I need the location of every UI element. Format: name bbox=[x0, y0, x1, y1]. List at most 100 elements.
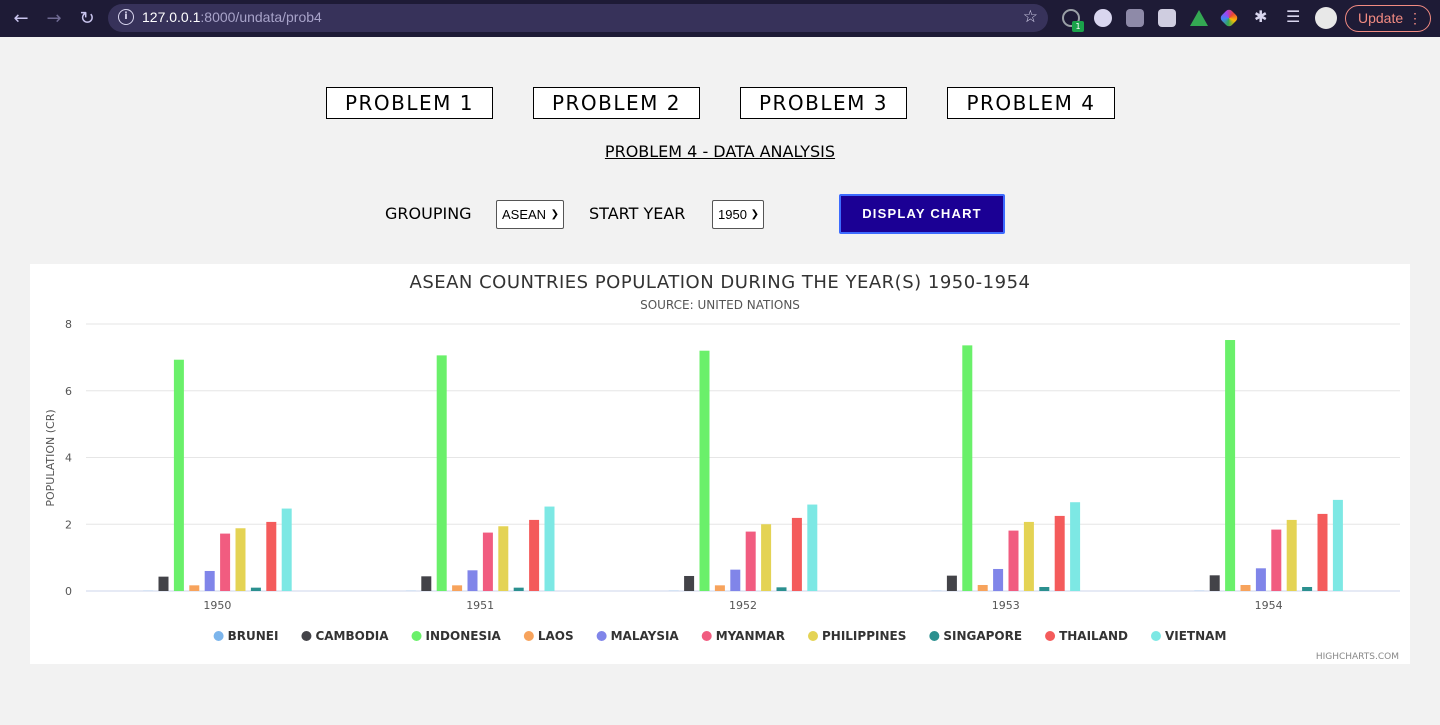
legend-label: PHILIPPINES bbox=[822, 629, 906, 643]
bar-vietnam-1953[interactable] bbox=[1070, 502, 1081, 591]
drive-icon[interactable] bbox=[1190, 10, 1208, 26]
bar-vietnam-1950[interactable] bbox=[281, 508, 292, 591]
extension-icon[interactable] bbox=[1094, 9, 1112, 27]
extension-icon[interactable] bbox=[1219, 8, 1239, 28]
bar-thailand-1953[interactable] bbox=[1054, 515, 1065, 591]
problem-4-button[interactable]: PROBLEM 4 bbox=[947, 87, 1115, 119]
legend-label: VIETNAM bbox=[1165, 629, 1226, 643]
problem-3-button[interactable]: PROBLEM 3 bbox=[740, 87, 907, 119]
chart-title: ASEAN COUNTRIES POPULATION DURING THE YE… bbox=[410, 272, 1031, 293]
profile-avatar[interactable] bbox=[1315, 7, 1337, 29]
y-tick-label: 4 bbox=[65, 452, 72, 465]
bar-vietnam-1954[interactable] bbox=[1332, 499, 1343, 591]
legend-label: CAMBODIA bbox=[315, 629, 389, 643]
bar-indonesia-1952[interactable] bbox=[699, 350, 710, 591]
extension-icon[interactable]: 1 bbox=[1062, 9, 1084, 32]
legend-item-cambodia[interactable]: CAMBODIA bbox=[301, 629, 389, 643]
legend-item-singapore[interactable]: SINGAPORE bbox=[929, 629, 1022, 643]
bar-singapore-1951[interactable] bbox=[513, 587, 524, 591]
y-axis-label: POPULATION (CR) bbox=[44, 409, 57, 506]
bar-cambodia-1953[interactable] bbox=[946, 575, 957, 591]
start-year-value: 1950 bbox=[718, 207, 747, 222]
back-arrow-icon[interactable]: ← bbox=[10, 8, 32, 30]
bar-laos-1951[interactable] bbox=[452, 585, 463, 591]
legend-marker-icon bbox=[213, 631, 224, 641]
legend-label: SINGAPORE bbox=[943, 629, 1022, 643]
bar-malaysia-1950[interactable] bbox=[204, 570, 215, 591]
bar-philippines-1952[interactable] bbox=[761, 524, 772, 591]
bar-singapore-1950[interactable] bbox=[250, 587, 261, 591]
bar-thailand-1950[interactable] bbox=[266, 521, 277, 591]
bar-singapore-1952[interactable] bbox=[776, 587, 787, 591]
legend-item-brunei[interactable]: BRUNEI bbox=[213, 629, 279, 643]
bar-malaysia-1952[interactable] bbox=[730, 569, 741, 591]
bar-cambodia-1952[interactable] bbox=[684, 575, 695, 591]
bar-singapore-1953[interactable] bbox=[1039, 586, 1050, 591]
puzzle-extensions-icon[interactable]: ✱ bbox=[1254, 7, 1272, 26]
bookmark-star-icon[interactable]: ☆ bbox=[1023, 7, 1038, 27]
bar-thailand-1952[interactable] bbox=[791, 517, 802, 591]
chart-credits[interactable]: HIGHCHARTS.COM bbox=[1316, 652, 1399, 662]
display-chart-button[interactable]: DISPLAY CHART bbox=[839, 194, 1005, 234]
legend-marker-icon bbox=[301, 631, 312, 641]
bar-cambodia-1954[interactable] bbox=[1209, 575, 1220, 591]
address-bar[interactable]: i 127.0.0.1:8000/undata/prob4 ☆ bbox=[108, 4, 1048, 32]
bar-singapore-1954[interactable] bbox=[1302, 586, 1313, 591]
grouping-select[interactable]: ASEAN ❯ bbox=[496, 200, 564, 229]
bar-indonesia-1951[interactable] bbox=[436, 355, 447, 591]
legend-item-thailand[interactable]: THAILAND bbox=[1045, 629, 1128, 643]
bar-laos-1950[interactable] bbox=[189, 585, 200, 591]
bar-malaysia-1951[interactable] bbox=[467, 570, 478, 591]
bar-myanmar-1952[interactable] bbox=[745, 531, 756, 591]
bar-malaysia-1953[interactable] bbox=[993, 568, 1004, 591]
bar-indonesia-1950[interactable] bbox=[173, 359, 184, 591]
bar-myanmar-1953[interactable] bbox=[1008, 530, 1019, 591]
bar-philippines-1951[interactable] bbox=[498, 526, 509, 591]
legend-item-malaysia[interactable]: MALAYSIA bbox=[596, 629, 680, 643]
start-year-select[interactable]: 1950 ❯ bbox=[712, 200, 764, 229]
bar-indonesia-1954[interactable] bbox=[1225, 340, 1236, 591]
bar-vietnam-1952[interactable] bbox=[807, 504, 818, 591]
url-text[interactable]: 127.0.0.1:8000/undata/prob4 bbox=[142, 9, 322, 25]
legend-marker-icon bbox=[411, 631, 422, 641]
reload-icon[interactable]: ↻ bbox=[76, 8, 98, 30]
legend-label: MYANMAR bbox=[716, 629, 785, 643]
menu-dots-icon: ⋮ bbox=[1408, 10, 1422, 26]
legend-marker-icon bbox=[596, 631, 607, 641]
legend-marker-icon bbox=[701, 631, 712, 641]
chevron-down-icon: ❯ bbox=[750, 209, 759, 220]
update-button[interactable]: Update ⋮ bbox=[1345, 5, 1431, 32]
problem-1-button[interactable]: PROBLEM 1 bbox=[326, 87, 493, 119]
bar-myanmar-1954[interactable] bbox=[1271, 529, 1282, 591]
legend-label: LAOS bbox=[538, 629, 574, 643]
bar-cambodia-1950[interactable] bbox=[158, 576, 169, 591]
bar-laos-1952[interactable] bbox=[714, 585, 725, 591]
bar-myanmar-1950[interactable] bbox=[220, 533, 231, 591]
grouping-label: GROUPING bbox=[385, 204, 472, 223]
bar-laos-1954[interactable] bbox=[1240, 584, 1251, 591]
forward-arrow-icon[interactable]: → bbox=[43, 8, 65, 30]
bar-thailand-1951[interactable] bbox=[529, 519, 540, 591]
bar-vietnam-1951[interactable] bbox=[544, 506, 555, 591]
bar-philippines-1950[interactable] bbox=[235, 528, 246, 591]
bar-indonesia-1953[interactable] bbox=[962, 345, 973, 591]
bar-malaysia-1954[interactable] bbox=[1255, 568, 1266, 591]
bar-laos-1953[interactable] bbox=[977, 584, 988, 591]
extension-icon[interactable] bbox=[1158, 9, 1176, 27]
bar-philippines-1953[interactable] bbox=[1023, 521, 1034, 591]
media-queue-icon[interactable]: ☰ bbox=[1286, 7, 1304, 26]
y-tick-label: 6 bbox=[65, 385, 72, 398]
bar-philippines-1954[interactable] bbox=[1286, 519, 1297, 591]
legend-item-philippines[interactable]: PHILIPPINES bbox=[807, 629, 906, 643]
bar-thailand-1954[interactable] bbox=[1317, 513, 1328, 591]
legend-item-vietnam[interactable]: VIETNAM bbox=[1150, 629, 1226, 643]
x-tick-label: 1952 bbox=[729, 599, 757, 612]
problem-2-button[interactable]: PROBLEM 2 bbox=[533, 87, 700, 119]
extension-icon[interactable] bbox=[1126, 9, 1144, 27]
site-info-icon[interactable]: i bbox=[118, 9, 134, 25]
legend-item-indonesia[interactable]: INDONESIA bbox=[411, 629, 502, 643]
bar-myanmar-1951[interactable] bbox=[482, 532, 493, 591]
legend-item-laos[interactable]: LAOS bbox=[523, 629, 574, 643]
legend-item-myanmar[interactable]: MYANMAR bbox=[701, 629, 785, 643]
bar-cambodia-1951[interactable] bbox=[421, 576, 432, 591]
